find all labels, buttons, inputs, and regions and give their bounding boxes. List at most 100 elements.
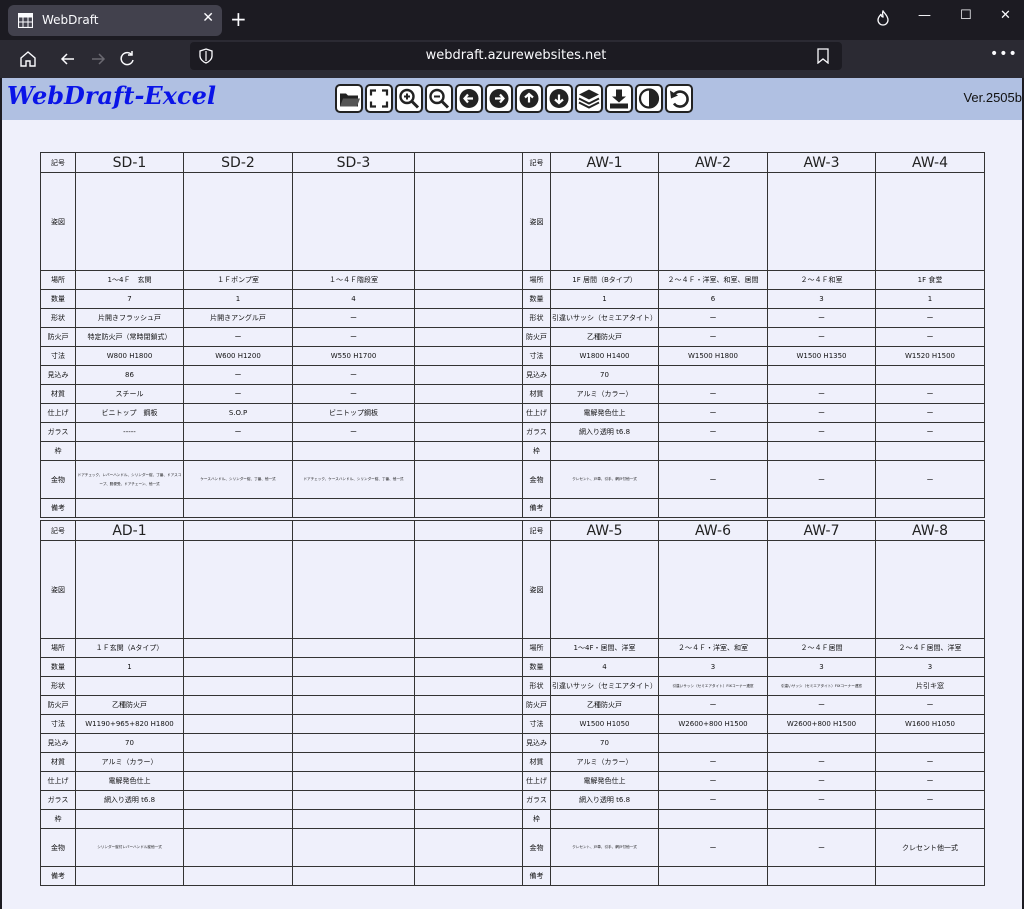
undo-button[interactable]: [665, 84, 693, 113]
cell-fire[interactable]: [414, 695, 523, 715]
cell-fire[interactable]: ー: [875, 695, 985, 715]
cell-size[interactable]: W2600+800 H1500: [767, 714, 876, 734]
cell-material[interactable]: ー: [767, 384, 876, 404]
cell-depth[interactable]: [292, 733, 415, 753]
cell-place[interactable]: ２～４Ｆ居間、洋室: [875, 638, 985, 658]
cell-fire[interactable]: ー: [767, 327, 876, 347]
cell-qty[interactable]: 1: [75, 657, 184, 677]
figure-cell[interactable]: [658, 540, 768, 639]
cell-remarks[interactable]: [767, 866, 876, 886]
cell-qty[interactable]: 3: [767, 657, 876, 677]
cell-finish[interactable]: [292, 771, 415, 791]
cell-material[interactable]: ー: [292, 384, 415, 404]
cell-depth[interactable]: [767, 365, 876, 385]
cell-finish[interactable]: ー: [767, 403, 876, 423]
cell-shape[interactable]: ー: [292, 308, 415, 328]
cell-glass[interactable]: 網入り透明 t6.8: [75, 790, 184, 810]
cell-shape[interactable]: 引違いサッシ（セミエアタイト）: [550, 676, 659, 696]
arrow-right-button[interactable]: [485, 84, 513, 113]
cell-finish[interactable]: 電解発色仕上: [550, 771, 659, 791]
cell-depth[interactable]: [875, 365, 985, 385]
cell-size[interactable]: W550 H1700: [292, 346, 415, 366]
cell-hardware[interactable]: [414, 828, 523, 867]
new-tab-icon[interactable]: +: [230, 7, 247, 31]
cell-hardware[interactable]: ー: [875, 460, 985, 499]
cell-glass[interactable]: ー: [183, 422, 293, 442]
cell-size[interactable]: W1500 H1050: [550, 714, 659, 734]
app-menu-icon[interactable]: •••: [990, 46, 1018, 62]
cell-place[interactable]: １～４Ｆ階段室: [292, 270, 415, 290]
cell-qty[interactable]: 3: [658, 657, 768, 677]
cell-size[interactable]: W600 H1200: [183, 346, 293, 366]
item-code[interactable]: AW-6: [658, 520, 768, 541]
cell-qty[interactable]: 1: [875, 289, 985, 309]
cell-glass[interactable]: ー: [658, 790, 768, 810]
cell-depth[interactable]: 70: [75, 733, 184, 753]
contrast-button[interactable]: [635, 84, 663, 113]
cell-frame[interactable]: [183, 809, 293, 829]
cell-depth[interactable]: [767, 733, 876, 753]
cell-qty[interactable]: [292, 657, 415, 677]
cell-material[interactable]: [414, 752, 523, 772]
cell-depth[interactable]: [414, 365, 523, 385]
cell-depth[interactable]: 70: [550, 365, 659, 385]
cell-glass[interactable]: ー: [767, 790, 876, 810]
figure-cell[interactable]: [767, 172, 876, 271]
maximize-icon[interactable]: ☐: [960, 8, 972, 23]
cell-finish[interactable]: ビニトップ鋼板: [292, 403, 415, 423]
cell-depth[interactable]: ー: [292, 365, 415, 385]
cell-qty[interactable]: 6: [658, 289, 768, 309]
cell-fire[interactable]: ー: [292, 327, 415, 347]
cell-finish[interactable]: 電解発色仕上: [550, 403, 659, 423]
cell-glass[interactable]: [414, 790, 523, 810]
cell-shape[interactable]: [414, 308, 523, 328]
browser-tab[interactable]: WebDraft ✕: [8, 5, 222, 36]
window-close-icon[interactable]: ✕: [1000, 8, 1011, 23]
cell-size[interactable]: [414, 714, 523, 734]
cell-fire[interactable]: 乙種防火戸: [75, 695, 184, 715]
cell-shape[interactable]: 引違いサッシ（セミエアタイト）FIXコーナー連窓: [658, 676, 768, 696]
arrow-up-button[interactable]: [515, 84, 543, 113]
item-code[interactable]: AW-3: [767, 152, 876, 173]
figure-cell[interactable]: [292, 172, 415, 271]
cell-hardware[interactable]: クレセント他一式: [875, 828, 985, 867]
cell-size[interactable]: [183, 714, 293, 734]
cell-fire[interactable]: [183, 695, 293, 715]
item-code[interactable]: AD-1: [75, 520, 184, 541]
item-code[interactable]: AW-8: [875, 520, 985, 541]
cell-finish[interactable]: ー: [875, 771, 985, 791]
cell-place[interactable]: [292, 638, 415, 658]
cell-remarks[interactable]: [183, 498, 293, 518]
cell-size[interactable]: W1600 H1050: [875, 714, 985, 734]
cell-depth[interactable]: 86: [75, 365, 184, 385]
cell-material[interactable]: [414, 384, 523, 404]
cell-qty[interactable]: 3: [767, 289, 876, 309]
cell-shape[interactable]: ー: [658, 308, 768, 328]
item-code[interactable]: AW-7: [767, 520, 876, 541]
address-bar[interactable]: webdraft.azurewebsites.net: [190, 42, 842, 70]
item-code[interactable]: AW-2: [658, 152, 768, 173]
cell-material[interactable]: [292, 752, 415, 772]
cell-fire[interactable]: 特定防火戸（常時閉鎖式）: [75, 327, 184, 347]
item-code[interactable]: [183, 520, 293, 541]
reload-icon[interactable]: [117, 49, 137, 69]
cell-size[interactable]: W800 H1800: [75, 346, 184, 366]
cell-hardware[interactable]: ケースハンドル、シリンダー錠、丁番、他一式: [183, 460, 293, 499]
cell-qty[interactable]: 1: [550, 289, 659, 309]
figure-cell[interactable]: [875, 540, 985, 639]
cell-qty[interactable]: 1: [183, 289, 293, 309]
figure-cell[interactable]: [658, 172, 768, 271]
item-code[interactable]: SD-2: [183, 152, 293, 173]
cell-material[interactable]: ー: [183, 384, 293, 404]
cell-finish[interactable]: [414, 771, 523, 791]
cell-remarks[interactable]: [658, 498, 768, 518]
cell-glass[interactable]: ー: [767, 422, 876, 442]
fit-screen-button[interactable]: [365, 84, 393, 113]
cell-finish[interactable]: [183, 771, 293, 791]
cell-frame[interactable]: [550, 809, 659, 829]
cell-glass[interactable]: ー: [875, 790, 985, 810]
item-code[interactable]: AW-4: [875, 152, 985, 173]
cell-place[interactable]: 1F 食堂: [875, 270, 985, 290]
cell-remarks[interactable]: [875, 866, 985, 886]
cell-hardware[interactable]: ー: [767, 828, 876, 867]
